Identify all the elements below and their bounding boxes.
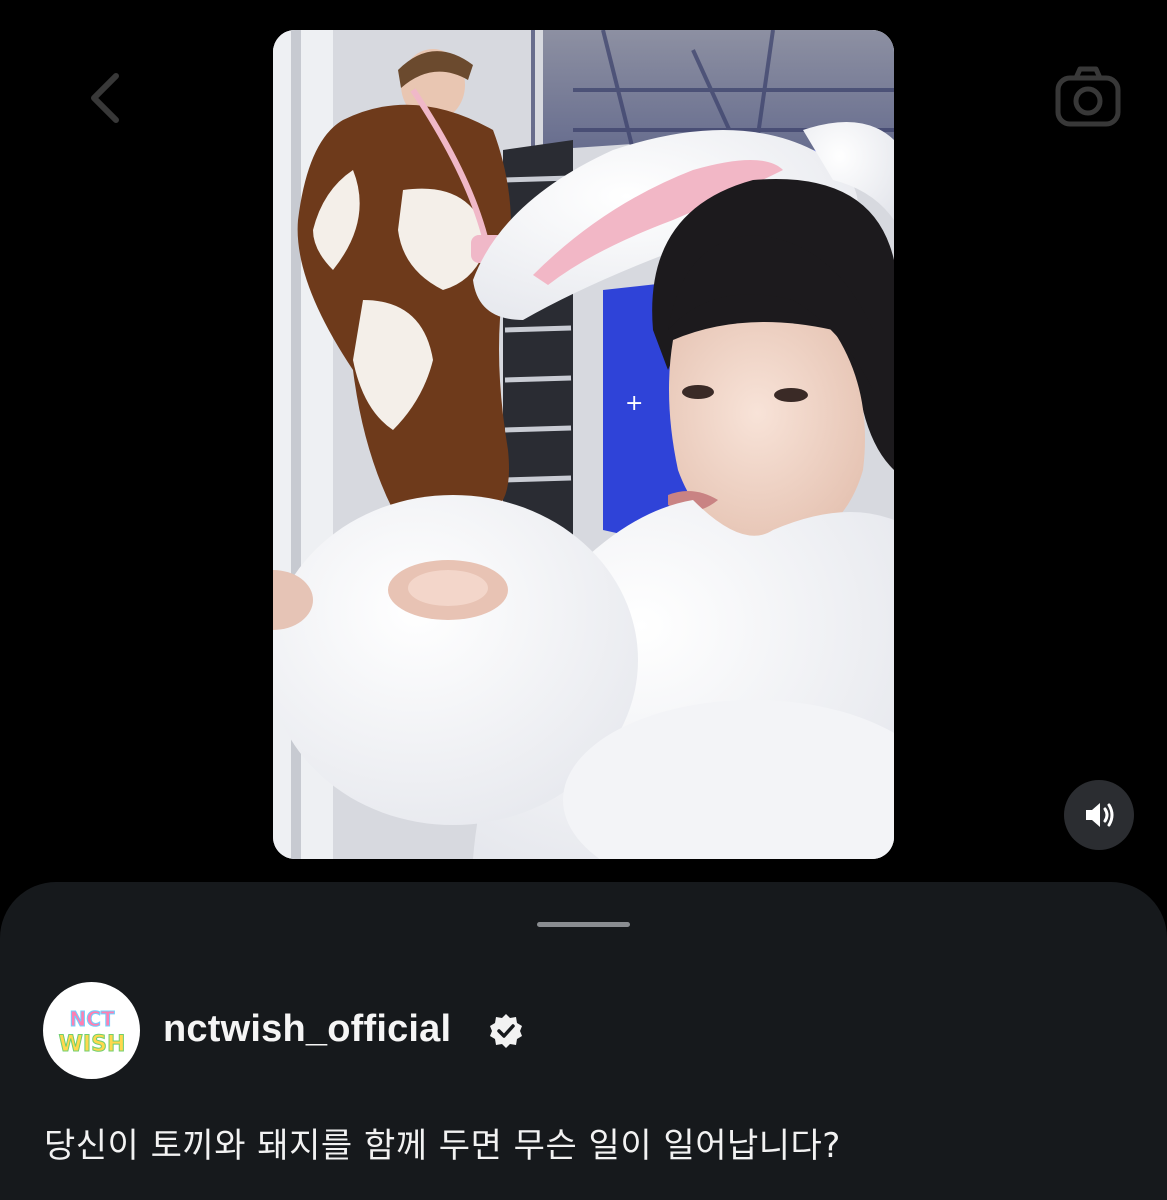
avatar[interactable]: NCT WISH [43,982,140,1079]
svg-text:WISH: WISH [58,1032,125,1057]
chevron-left-icon [91,73,119,123]
back-button[interactable] [78,66,138,130]
verified-badge-icon [490,1014,522,1048]
sheet-grabber[interactable] [537,922,630,927]
post-username[interactable]: nctwish_official [163,1008,451,1051]
post-caption: 당신이 토끼와 돼지를 함께 두면 무슨 일이 일어납니다? [44,1126,841,1166]
bottom-sheet: NCT WISH nctwish_official 당신이 토끼와 돼지를 함께… [0,882,1167,1200]
camera-icon [1055,66,1121,127]
svg-text:NCT: NCT [69,1007,114,1031]
svg-text:+: + [625,391,643,416]
story-media[interactable]: + [273,30,894,859]
nct-wish-logo: NCT WISH [58,1006,126,1057]
volume-button[interactable] [1064,780,1134,850]
speaker-volume-icon [1086,803,1114,827]
camera-button[interactable] [1052,64,1124,130]
story-viewer: + NCT WISH nctwish_official 당신이 토끼와 돼지를 … [0,0,1167,1200]
story-photo: + [273,30,894,859]
